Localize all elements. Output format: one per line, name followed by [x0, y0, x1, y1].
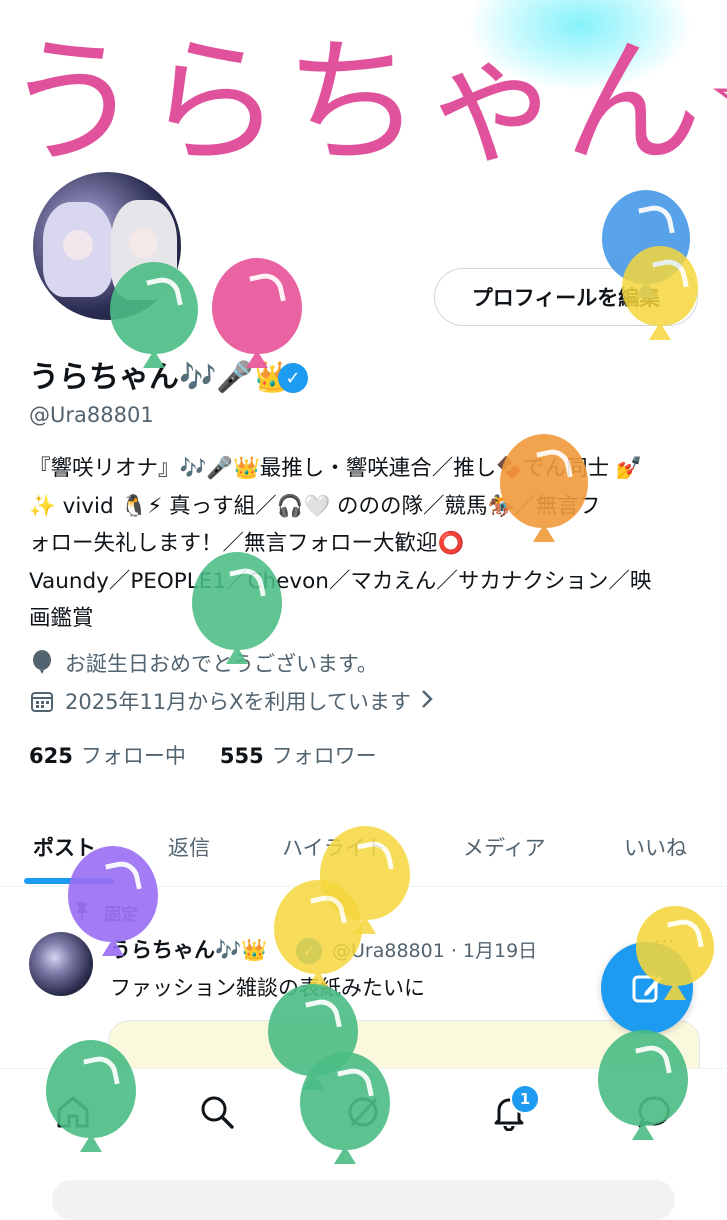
balloon-decoration	[300, 1052, 390, 1166]
profile-banner[interactable]: うらちゃん☆	[0, 0, 727, 196]
chevron-right-icon	[421, 689, 433, 714]
bio-line: 画鑑賞	[29, 606, 94, 631]
balloon-decoration	[46, 1040, 136, 1154]
banner-text: うらちゃん☆	[4, 22, 727, 183]
following-link[interactable]: 625 フォロー中	[29, 740, 186, 770]
balloon-decoration	[598, 1030, 688, 1142]
balloon-decoration	[68, 846, 158, 958]
bio-line: ✨ vivid 🐧⚡ 真っす組／🎧🤍 ののの隊／競馬🏇／無言フ	[29, 493, 601, 519]
joined-text: 2025年11月からXを利用しています	[65, 690, 411, 714]
followers-count: 555	[219, 744, 264, 768]
balloon-decoration	[636, 906, 714, 1002]
avatar-face-right	[129, 228, 157, 258]
followers-label: フォロワー	[271, 744, 377, 768]
joined-row[interactable]: 2025年11月からXを利用しています	[29, 686, 433, 716]
tab-replies[interactable]: 返信	[168, 832, 210, 862]
home-indicator	[52, 1180, 675, 1220]
balloon-icon	[29, 650, 55, 676]
handle: @Ura88801	[29, 403, 154, 427]
following-label: フォロー中	[80, 744, 186, 768]
bio-line: 『響咲リオナ』🎶🎤👑最推し・響咲連合／推し🍫でん同士 💅	[29, 456, 643, 481]
followers-link[interactable]: 555 フォロワー	[220, 740, 377, 770]
search-icon[interactable]	[197, 1092, 237, 1132]
balloon-decoration	[110, 262, 198, 370]
following-count: 625	[29, 744, 73, 768]
follow-stats: 625 フォロー中 555 フォロワー	[29, 740, 377, 770]
bio-line: ォロー失礼します！／無言フォロー大歓迎⭕	[29, 531, 465, 556]
profile-bio: 『響咲リオナ』🎶🎤👑最推し・響咲連合／推し🍫でん同士 💅 ✨ vivid 🐧⚡ …	[29, 450, 699, 638]
balloon-decoration	[274, 880, 362, 990]
tab-likes[interactable]: いいね	[624, 832, 687, 862]
bio-line: Vaundy／PEOPLE1／Chevon／マカえん／サカナクション／映	[29, 568, 652, 594]
avatar-face-left	[63, 230, 93, 260]
balloon-decoration	[622, 246, 698, 342]
post-meta: @Ura88801 · 1月19日	[332, 940, 538, 962]
calendar-icon	[29, 688, 55, 714]
balloon-decoration	[500, 434, 588, 544]
balloon-decoration	[192, 552, 282, 666]
tab-media[interactable]: メディア	[463, 832, 546, 862]
notification-badge: 1	[510, 1084, 540, 1114]
balloon-decoration	[212, 258, 302, 370]
